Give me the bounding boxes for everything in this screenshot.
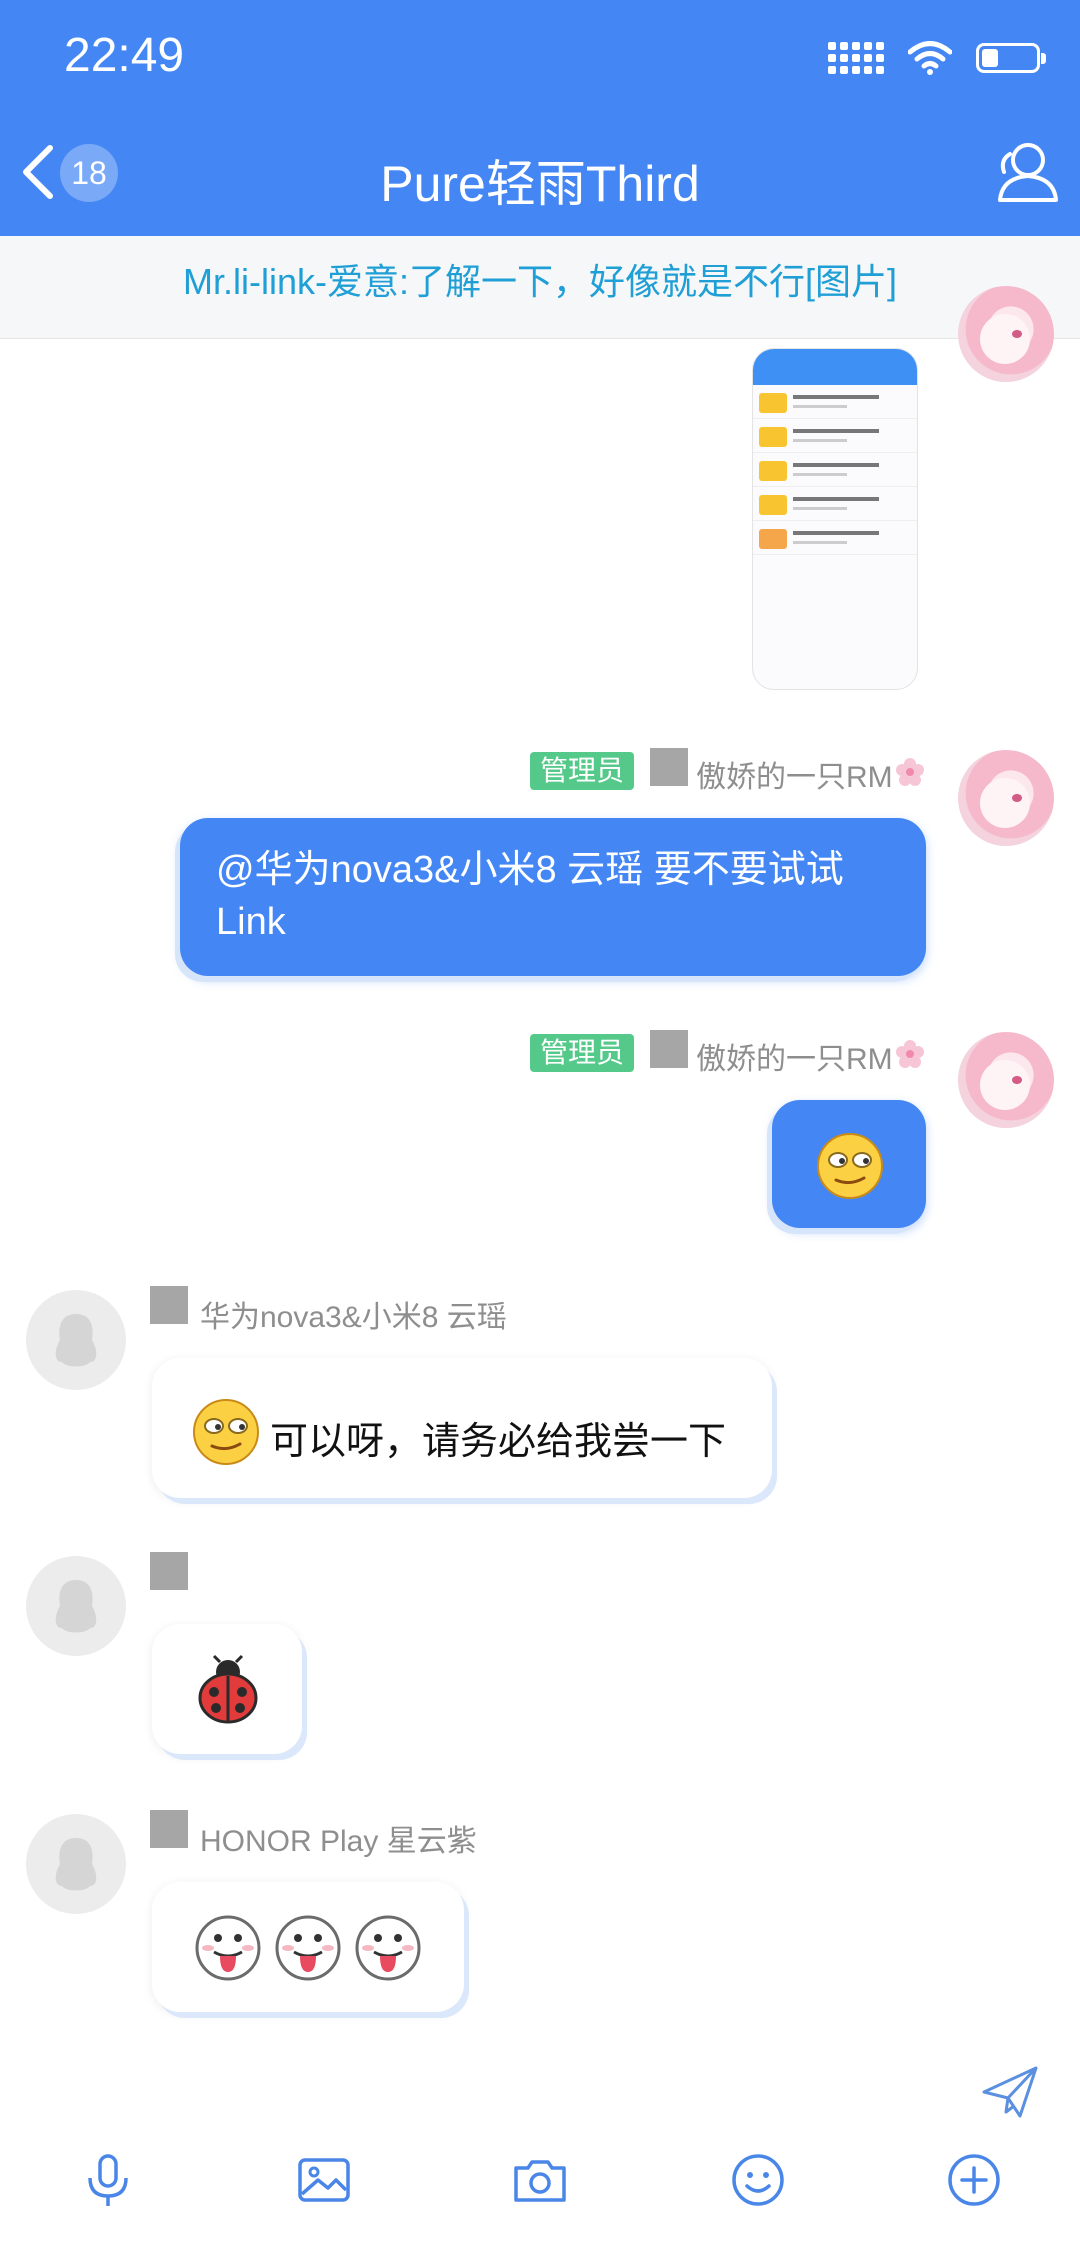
- image-icon[interactable]: [294, 2150, 354, 2210]
- tongue-emoji-icon: [275, 1915, 341, 1981]
- message-text: 可以呀，请务必给我尝一下: [270, 1421, 727, 1463]
- header-bar: 22:49 18 Pure轻雨Third: [0, 0, 1080, 236]
- level-badge: [650, 1030, 688, 1068]
- avatar[interactable]: [26, 1290, 126, 1390]
- image-message[interactable]: [752, 348, 918, 690]
- avatar[interactable]: [26, 1814, 126, 1914]
- plus-icon[interactable]: [944, 2150, 1004, 2210]
- camera-icon[interactable]: [510, 2150, 570, 2210]
- role-badge: 管理员: [530, 752, 635, 790]
- flower-icon: [896, 1040, 924, 1068]
- wifi-icon: [908, 41, 952, 75]
- tongue-emoji-icon: [195, 1915, 261, 1981]
- avatar[interactable]: [26, 1556, 126, 1656]
- level-badge: [650, 748, 688, 786]
- avatar[interactable]: [958, 750, 1054, 846]
- members-icon[interactable]: [990, 138, 1060, 208]
- message-bubble[interactable]: @华为nova3&小米8 云瑶 要不要试试Link: [180, 818, 926, 976]
- message-bubble[interactable]: [152, 1882, 464, 2012]
- level-badge: [150, 1286, 188, 1324]
- microphone-icon[interactable]: [78, 2150, 138, 2210]
- battery-icon: [976, 43, 1046, 73]
- avatar[interactable]: [958, 286, 1054, 382]
- sender-name: 傲娇的一只RM: [696, 1043, 893, 1076]
- smirk-emoji-icon: [193, 1399, 259, 1465]
- message-text: @华为nova3&小米8 云瑶 要不要试试Link: [216, 849, 844, 943]
- status-time: 22:49: [64, 29, 185, 82]
- ladybug-emoji-icon: [198, 1654, 258, 1724]
- input-toolbar: [0, 2128, 1080, 2248]
- role-badge: 管理员: [530, 1034, 635, 1072]
- sender-name: HONOR Play 星云紫: [200, 1825, 477, 1858]
- message-bubble[interactable]: [152, 1624, 302, 1754]
- sender-name: 傲娇的一只RM: [696, 761, 893, 794]
- emoji-icon[interactable]: [728, 2150, 788, 2210]
- smirk-emoji-icon: [817, 1133, 883, 1199]
- message-bubble[interactable]: 可以呀，请务必给我尝一下: [152, 1358, 772, 1498]
- tongue-emoji-icon: [355, 1915, 421, 1981]
- message-bubble[interactable]: [772, 1100, 926, 1228]
- avatar[interactable]: [958, 1032, 1054, 1128]
- status-icons: [828, 38, 1046, 78]
- signal-icon: [828, 42, 884, 74]
- level-badge: [150, 1552, 188, 1590]
- chat-title: Pure轻雨Third: [380, 156, 700, 212]
- pinned-notice[interactable]: Mr.li-link-爱意:了解一下，好像就是不行[图片]: [0, 236, 1080, 339]
- send-icon[interactable]: [980, 2062, 1040, 2122]
- flower-icon: [896, 758, 924, 786]
- sender-name: 华为nova3&小米8 云瑶: [200, 1301, 507, 1334]
- level-badge: [150, 1810, 188, 1848]
